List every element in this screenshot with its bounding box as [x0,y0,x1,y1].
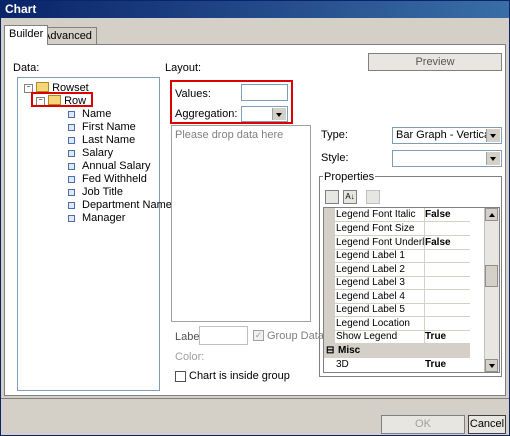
tab-builder[interactable]: Builder [4,25,49,45]
field-icon [68,215,75,222]
property-pages-icon[interactable] [366,190,380,204]
property-name: Legend Label 4 [336,291,405,302]
property-row[interactable]: Legend Label 3 [324,276,470,290]
property-name: Legend Label 3 [336,277,405,288]
data-label: Data: [13,62,40,74]
color-label: Color: [175,351,205,363]
builder-panel: Data: − Rowset − Row Name First Name Las… [4,44,506,396]
type-value: Bar Graph - Vertical [396,129,493,141]
property-name: Show Legend [336,331,398,342]
field-icon [68,150,75,157]
field-icon [68,189,75,196]
property-row[interactable]: Show Legend True [324,330,470,344]
group-data-checkbox[interactable]: ✓ [253,330,264,341]
style-dropdown[interactable] [392,150,502,167]
property-name: Legend Label 2 [336,264,405,275]
sort-alpha-icon[interactable]: A↓ [343,190,357,204]
property-row[interactable]: Legend Label 1 [324,249,470,263]
field-icon [68,111,75,118]
property-row[interactable]: Legend Label 2 [324,263,470,277]
drop-zone[interactable]: Please drop data here [171,125,311,322]
category-label: Misc [338,345,361,356]
properties-label: Properties [323,171,376,183]
tree-field[interactable]: Annual Salary [82,160,151,173]
data-tree: − Rowset − Row Name First Name Last Name… [17,77,172,391]
property-row[interactable]: Legend Font UnderlineFalse [324,236,470,250]
values-label: Values: [175,88,211,100]
label-field[interactable] [199,326,248,345]
property-row[interactable]: Legend Font Size [324,222,470,236]
row-highlight [31,92,93,107]
chart-dialog: Chart Builder Advanced Data: − Rowset − … [0,0,510,436]
scroll-down-icon[interactable] [485,359,498,372]
chevron-down-icon[interactable] [272,108,286,120]
aggregation-dropdown[interactable] [241,106,288,122]
property-name: Legend Location [336,318,410,329]
property-row[interactable]: Legend Label 4 [324,290,470,304]
tree-field[interactable]: Last Name [82,134,135,147]
collapse-category-icon[interactable]: ⊟ [326,344,334,358]
inside-group-checkbox[interactable] [175,371,186,382]
property-row[interactable]: 3D True [324,358,470,372]
type-label: Type: [321,129,348,141]
layout-label: Layout: [165,62,202,74]
tree-field[interactable]: Manager [82,212,125,225]
property-value[interactable]: False [425,208,470,221]
tree-field[interactable]: Salary [82,147,113,160]
tree-field[interactable]: Name [82,108,111,121]
field-icon [68,163,75,170]
preview-button[interactable]: Preview [368,53,502,71]
property-row[interactable]: Legend Location [324,317,470,331]
tree-field[interactable]: Fed Withheld [82,173,147,186]
aggregation-label: Aggregation: [175,108,238,120]
tree-field[interactable]: Job Title [82,186,123,199]
property-name: Legend Font Size [336,223,415,234]
values-field[interactable] [241,84,288,101]
property-name: 3D [336,359,349,370]
property-value[interactable]: True [425,330,470,343]
tree-field[interactable]: First Name [82,121,136,134]
category-misc[interactable]: ⊟ Misc [324,344,470,358]
property-row[interactable]: Legend Font Italic False [324,208,470,222]
style-label: Style: [321,152,349,164]
property-name: Legend Label 1 [336,250,405,261]
property-scrollbar[interactable] [484,208,499,372]
chevron-down-icon[interactable] [486,152,500,165]
property-value[interactable]: False [425,236,470,249]
property-name: Legend Label 5 [336,304,405,315]
footer-divider [1,398,509,399]
field-icon [68,124,75,131]
type-dropdown[interactable]: Bar Graph - Vertical [392,127,502,144]
scroll-thumb[interactable] [485,265,498,287]
property-value[interactable]: True [425,358,470,371]
categorized-icon[interactable] [325,190,339,204]
label-field-label: Labe [175,331,200,343]
tree-field[interactable]: Department Name [82,199,172,212]
cancel-button[interactable]: Cancel [468,415,506,434]
field-icon [68,202,75,209]
drop-placeholder: Please drop data here [175,129,284,141]
property-name: Legend Font Underline [336,237,424,248]
property-row[interactable]: Legend Label 5 [324,303,470,317]
property-grid[interactable]: Legend Font Italic False Legend Font Size… [323,207,500,373]
inside-group-label: Chart is inside group [189,370,290,382]
field-icon [68,176,75,183]
scroll-up-icon[interactable] [485,208,498,221]
folder-icon [36,82,49,92]
ok-button[interactable]: OK [381,415,465,434]
property-name: Legend Font Italic [336,209,416,220]
window-title: Chart [1,1,509,18]
chevron-down-icon[interactable] [486,129,500,142]
field-icon [68,137,75,144]
group-data-label: Group Data [267,330,324,342]
